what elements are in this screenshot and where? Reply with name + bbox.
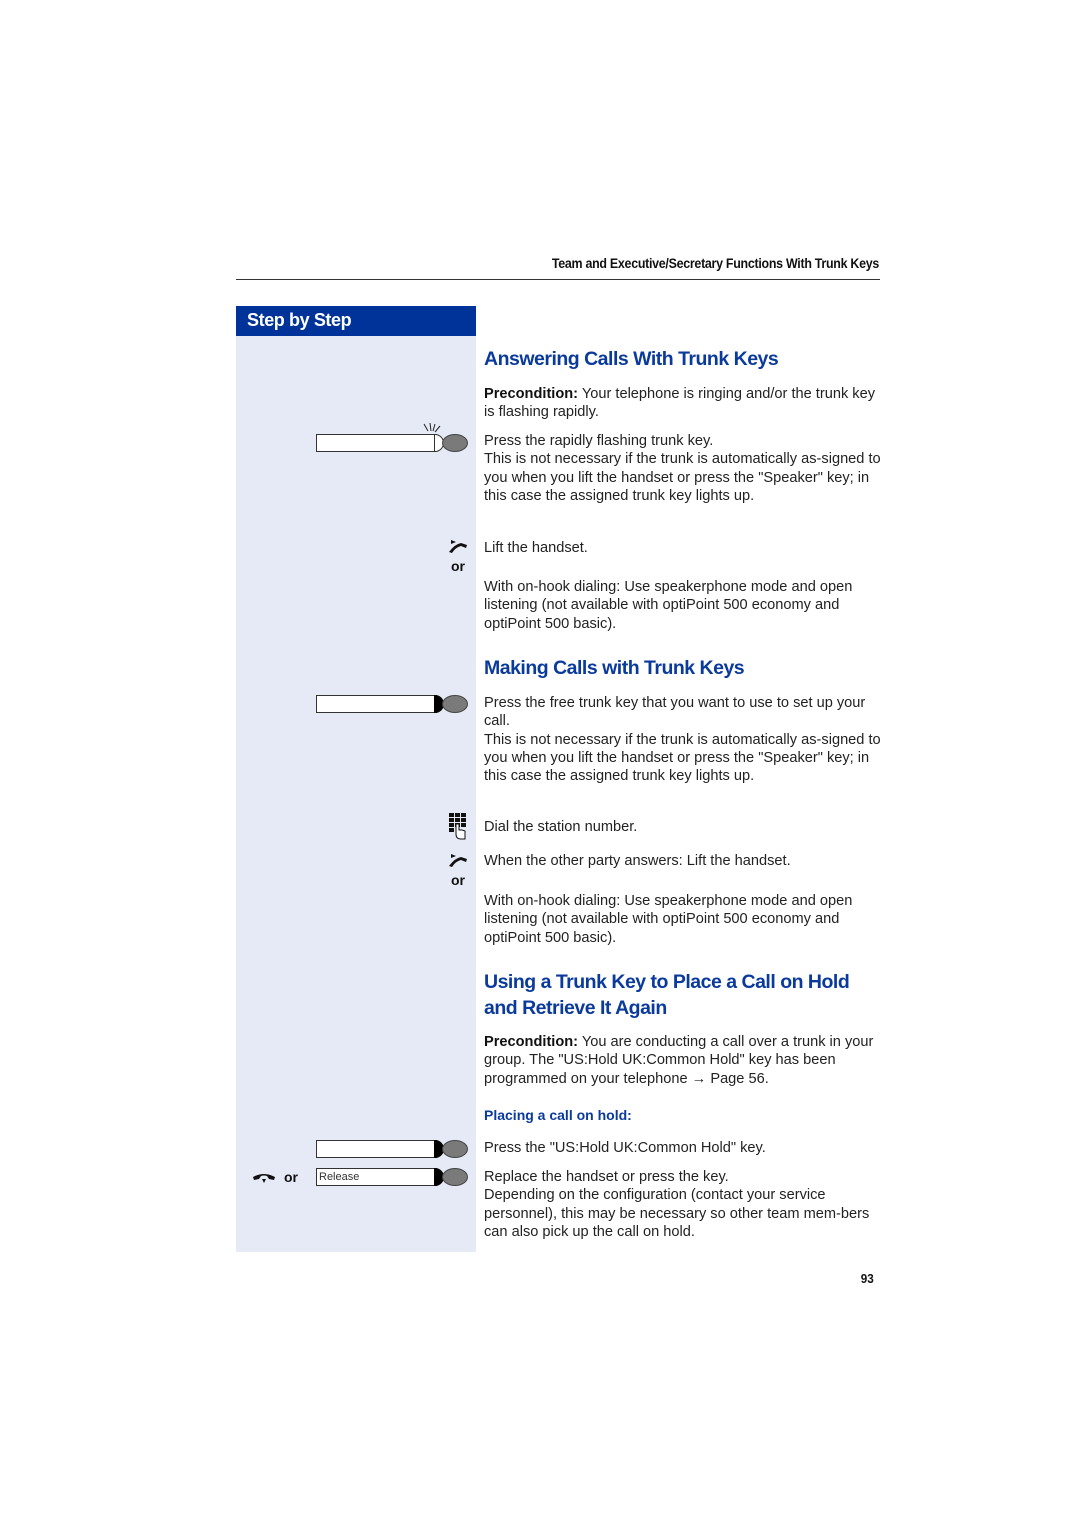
- key-led: [442, 695, 468, 713]
- or-label: or: [451, 558, 465, 574]
- hold-step1: Press the "US:Hold UK:Common Hold" key.: [484, 1140, 766, 1156]
- keypad-icon: [449, 813, 466, 840]
- step-note: Depending on the configuration (contact …: [484, 1187, 870, 1240]
- release-key-label: Release: [316, 1168, 437, 1186]
- header-rule: [236, 279, 880, 280]
- sidebar-title: Step by Step: [247, 310, 352, 330]
- sidebar-header: Step by Step: [236, 306, 476, 336]
- step-text: Press the free trunk key that you want t…: [484, 695, 866, 730]
- making-step4: With on-hook dialing: Use speakerphone m…: [484, 893, 853, 946]
- key-label-field: [316, 695, 437, 713]
- answering-step2: Lift the handset.: [484, 540, 588, 556]
- step-text: Press the rapidly flashing trunk key.: [484, 433, 714, 449]
- making-step1: Press the free trunk key that you want t…: [484, 694, 884, 785]
- key-label-field: [316, 1140, 437, 1158]
- precondition-label: Precondition:: [484, 386, 579, 402]
- answering-precondition: Precondition: Your telephone is ringing …: [484, 385, 884, 422]
- or-label: or: [451, 872, 465, 888]
- hold-key-icon: [316, 1140, 468, 1158]
- or-label: or: [284, 1169, 298, 1185]
- subheading-placing-on-hold: Placing a call on hold:: [484, 1107, 632, 1123]
- step-text: Replace the handset or press the key.: [484, 1169, 729, 1185]
- section-title-making: Making Calls with Trunk Keys: [484, 657, 745, 679]
- making-step3: When the other party answers: Lift the h…: [484, 853, 791, 869]
- section-title-answering: Answering Calls With Trunk Keys: [484, 348, 779, 370]
- lift-handset-icon: [449, 540, 467, 553]
- hold-precondition: Precondition: You are conducting a call …: [484, 1033, 884, 1088]
- flashing-rays-icon: [423, 422, 441, 433]
- replace-handset-icon: [253, 1174, 275, 1183]
- precondition-label: Precondition:: [484, 1034, 579, 1050]
- step-note: This is not necessary if the trunk is au…: [484, 731, 881, 785]
- step-note: This is not necessary if the trunk is au…: [484, 451, 881, 504]
- key-led: [442, 1168, 468, 1186]
- page-number: 93: [860, 1271, 874, 1286]
- key-label-field: [316, 434, 437, 452]
- lift-handset-icon: [449, 854, 467, 867]
- section-title-hold: Using a Trunk Key to Place a Call on Hol…: [484, 971, 850, 1019]
- trunk-key-icon: [316, 695, 468, 713]
- hold-step2: Replace the handset or press the key. De…: [484, 1168, 884, 1241]
- key-led: [442, 434, 468, 452]
- running-header: Team and Executive/Secretary Functions W…: [551, 256, 879, 271]
- making-step2: Dial the station number.: [484, 819, 638, 835]
- flashing-trunk-key-icon: [316, 422, 468, 452]
- answering-step1: Press the rapidly flashing trunk key. Th…: [484, 432, 884, 505]
- key-led: [442, 1140, 468, 1158]
- release-key-icon: Release: [316, 1168, 468, 1186]
- answering-step3: With on-hook dialing: Use speakerphone m…: [484, 579, 853, 632]
